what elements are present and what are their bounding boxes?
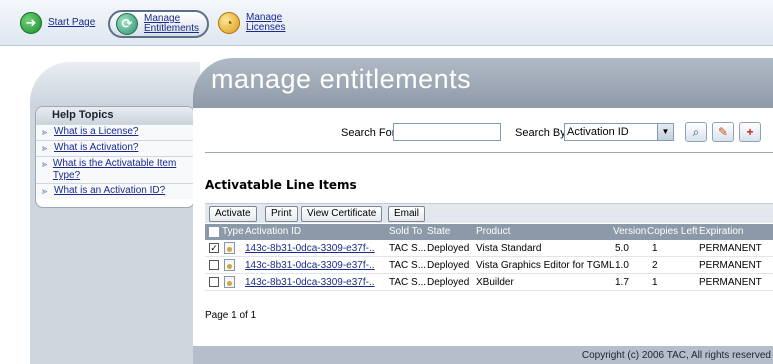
row-checkbox[interactable]: ✓ [209, 243, 219, 253]
version-cell: 1.0 [615, 260, 629, 271]
copies-left-cell: 1 [652, 277, 658, 288]
table-row[interactable]: 143c-8b31-0dca-3309-e37f-.. TAC S... Dep… [205, 274, 773, 291]
edit-icon[interactable]: ✎ [712, 122, 734, 142]
start-page-label[interactable]: Start Page [48, 18, 95, 28]
state-cell: Deployed [427, 243, 470, 254]
pagination-text: Page 1 of 1 [205, 310, 257, 321]
search-by-select[interactable]: Activation ID ▼ [564, 123, 674, 141]
table-row[interactable]: ✓ 143c-8b31-0dca-3309-e37f-.. TAC S... D… [205, 240, 773, 257]
chevron-right-icon: ⪢ [42, 143, 48, 153]
section-title: Activatable Line Items [205, 178, 357, 192]
help-link[interactable]: What is an Activation ID? [54, 185, 165, 198]
copies-left-cell: 2 [652, 260, 658, 271]
manage-licenses-line2: Licenses [246, 22, 286, 33]
manage-entitlements-line2: Entitlements [144, 23, 200, 34]
expiration-cell: PERMANENT [699, 277, 762, 288]
sold-to-cell: TAC S... [389, 260, 427, 271]
state-cell: Deployed [427, 277, 470, 288]
product-cell: Vista Graphics Editor for TGML [476, 260, 615, 271]
header-type[interactable]: Type [222, 226, 244, 237]
help-item-activation-id[interactable]: ⪢ What is an Activation ID? [36, 183, 194, 199]
row-checkbox[interactable] [209, 277, 219, 287]
copies-left-cell: 1 [652, 243, 658, 254]
manage-licenses-label[interactable]: Manage Licenses [246, 13, 285, 33]
help-topics-title: Help Topics [36, 107, 194, 124]
help-item-activatable-type[interactable]: ⪢ What is the Activatable Item Type? [36, 156, 194, 183]
product-cell: Vista Standard [476, 243, 542, 254]
action-toolbar: Activate Print View Certificate Email [205, 203, 773, 223]
chevron-down-icon[interactable]: ▼ [657, 124, 673, 140]
entitlements-icon: ⟳ [116, 13, 138, 35]
license-icon [224, 242, 235, 254]
state-cell: Deployed [427, 260, 470, 271]
activation-id-link[interactable]: 143c-8b31-0dca-3309-e37f-.. [245, 260, 385, 271]
footer: Copyright (c) 2006 TAC, All rights reser… [193, 346, 773, 364]
help-item-activation[interactable]: ⪢ What is Activation? [36, 140, 194, 156]
row-checkbox[interactable] [209, 260, 219, 270]
add-icon[interactable]: + [739, 122, 761, 142]
header-activation-id[interactable]: Activation ID [245, 226, 301, 237]
start-page-button[interactable]: ➜ Start Page [20, 8, 95, 38]
expiration-cell: PERMANENT [699, 243, 762, 254]
header-sold-to[interactable]: Sold To [389, 226, 422, 237]
header-version[interactable]: Version [613, 226, 646, 237]
manage-entitlements-button[interactable]: ⟳ Manage Entitlements [108, 10, 210, 38]
chevron-right-icon: ⪢ [42, 127, 48, 137]
select-all-checkbox[interactable] [209, 227, 219, 237]
help-link[interactable]: What is the Activatable Item Type? [53, 158, 192, 182]
activation-id-link[interactable]: 143c-8b31-0dca-3309-e37f-.. [245, 277, 385, 288]
header-product[interactable]: Product [476, 226, 510, 237]
version-cell: 5.0 [615, 243, 629, 254]
help-link[interactable]: What is a License? [54, 126, 139, 139]
sold-to-cell: TAC S... [389, 243, 427, 254]
main-content: Search For Search By Activation ID ▼ ⌕ ✎… [193, 108, 773, 346]
top-navigation-bar: ➜ Start Page ⟳ Manage Entitlements ◔ Man… [0, 0, 773, 46]
divider [205, 152, 773, 153]
sold-to-cell: TAC S... [389, 277, 427, 288]
help-link[interactable]: What is Activation? [54, 142, 138, 155]
licenses-icon: ◔ [218, 12, 240, 34]
license-icon [224, 276, 235, 288]
table-row[interactable]: 143c-8b31-0dca-3309-e37f-.. TAC S... Dep… [205, 257, 773, 274]
search-by-value: Activation ID [567, 126, 629, 138]
chevron-right-icon: ⪢ [42, 186, 48, 196]
activation-id-link[interactable]: 143c-8b31-0dca-3309-e37f-.. [245, 243, 385, 254]
search-for-label: Search For [341, 127, 396, 139]
sidebar-header-decoration [30, 62, 200, 108]
version-cell: 1.7 [615, 277, 629, 288]
search-icon[interactable]: ⌕ [685, 122, 707, 142]
header-copies-left[interactable]: Copies Left [647, 226, 698, 237]
activate-button[interactable]: Activate [209, 206, 257, 222]
table-header: Type Activation ID Sold To State Product… [205, 224, 773, 240]
license-icon [224, 259, 235, 271]
page-title: manage entitlements [211, 64, 472, 94]
print-button[interactable]: Print [265, 206, 298, 222]
line-items-table: Type Activation ID Sold To State Product… [205, 224, 773, 291]
title-bar: manage entitlements [193, 58, 773, 108]
manage-entitlements-label[interactable]: Manage Entitlements [144, 14, 199, 34]
manage-licenses-button[interactable]: ◔ Manage Licenses [218, 8, 285, 38]
chevron-right-icon: ⪢ [42, 159, 48, 169]
search-input[interactable] [393, 123, 501, 141]
help-topics-panel: Help Topics ⪢ What is a License? ⪢ What … [35, 106, 195, 208]
help-item-license[interactable]: ⪢ What is a License? [36, 124, 194, 140]
search-row: Search For Search By Activation ID ▼ ⌕ ✎… [193, 122, 773, 144]
email-button[interactable]: Email [388, 206, 426, 222]
header-state[interactable]: State [427, 226, 450, 237]
header-expiration[interactable]: Expiration [699, 226, 743, 237]
view-certificate-button[interactable]: View Certificate [301, 206, 383, 222]
expiration-cell: PERMANENT [699, 260, 762, 271]
copyright-text: Copyright (c) 2006 TAC, All rights reser… [581, 350, 771, 361]
arrow-right-icon: ➜ [20, 12, 42, 34]
search-by-label: Search By [515, 127, 566, 139]
product-cell: XBuilder [476, 277, 514, 288]
